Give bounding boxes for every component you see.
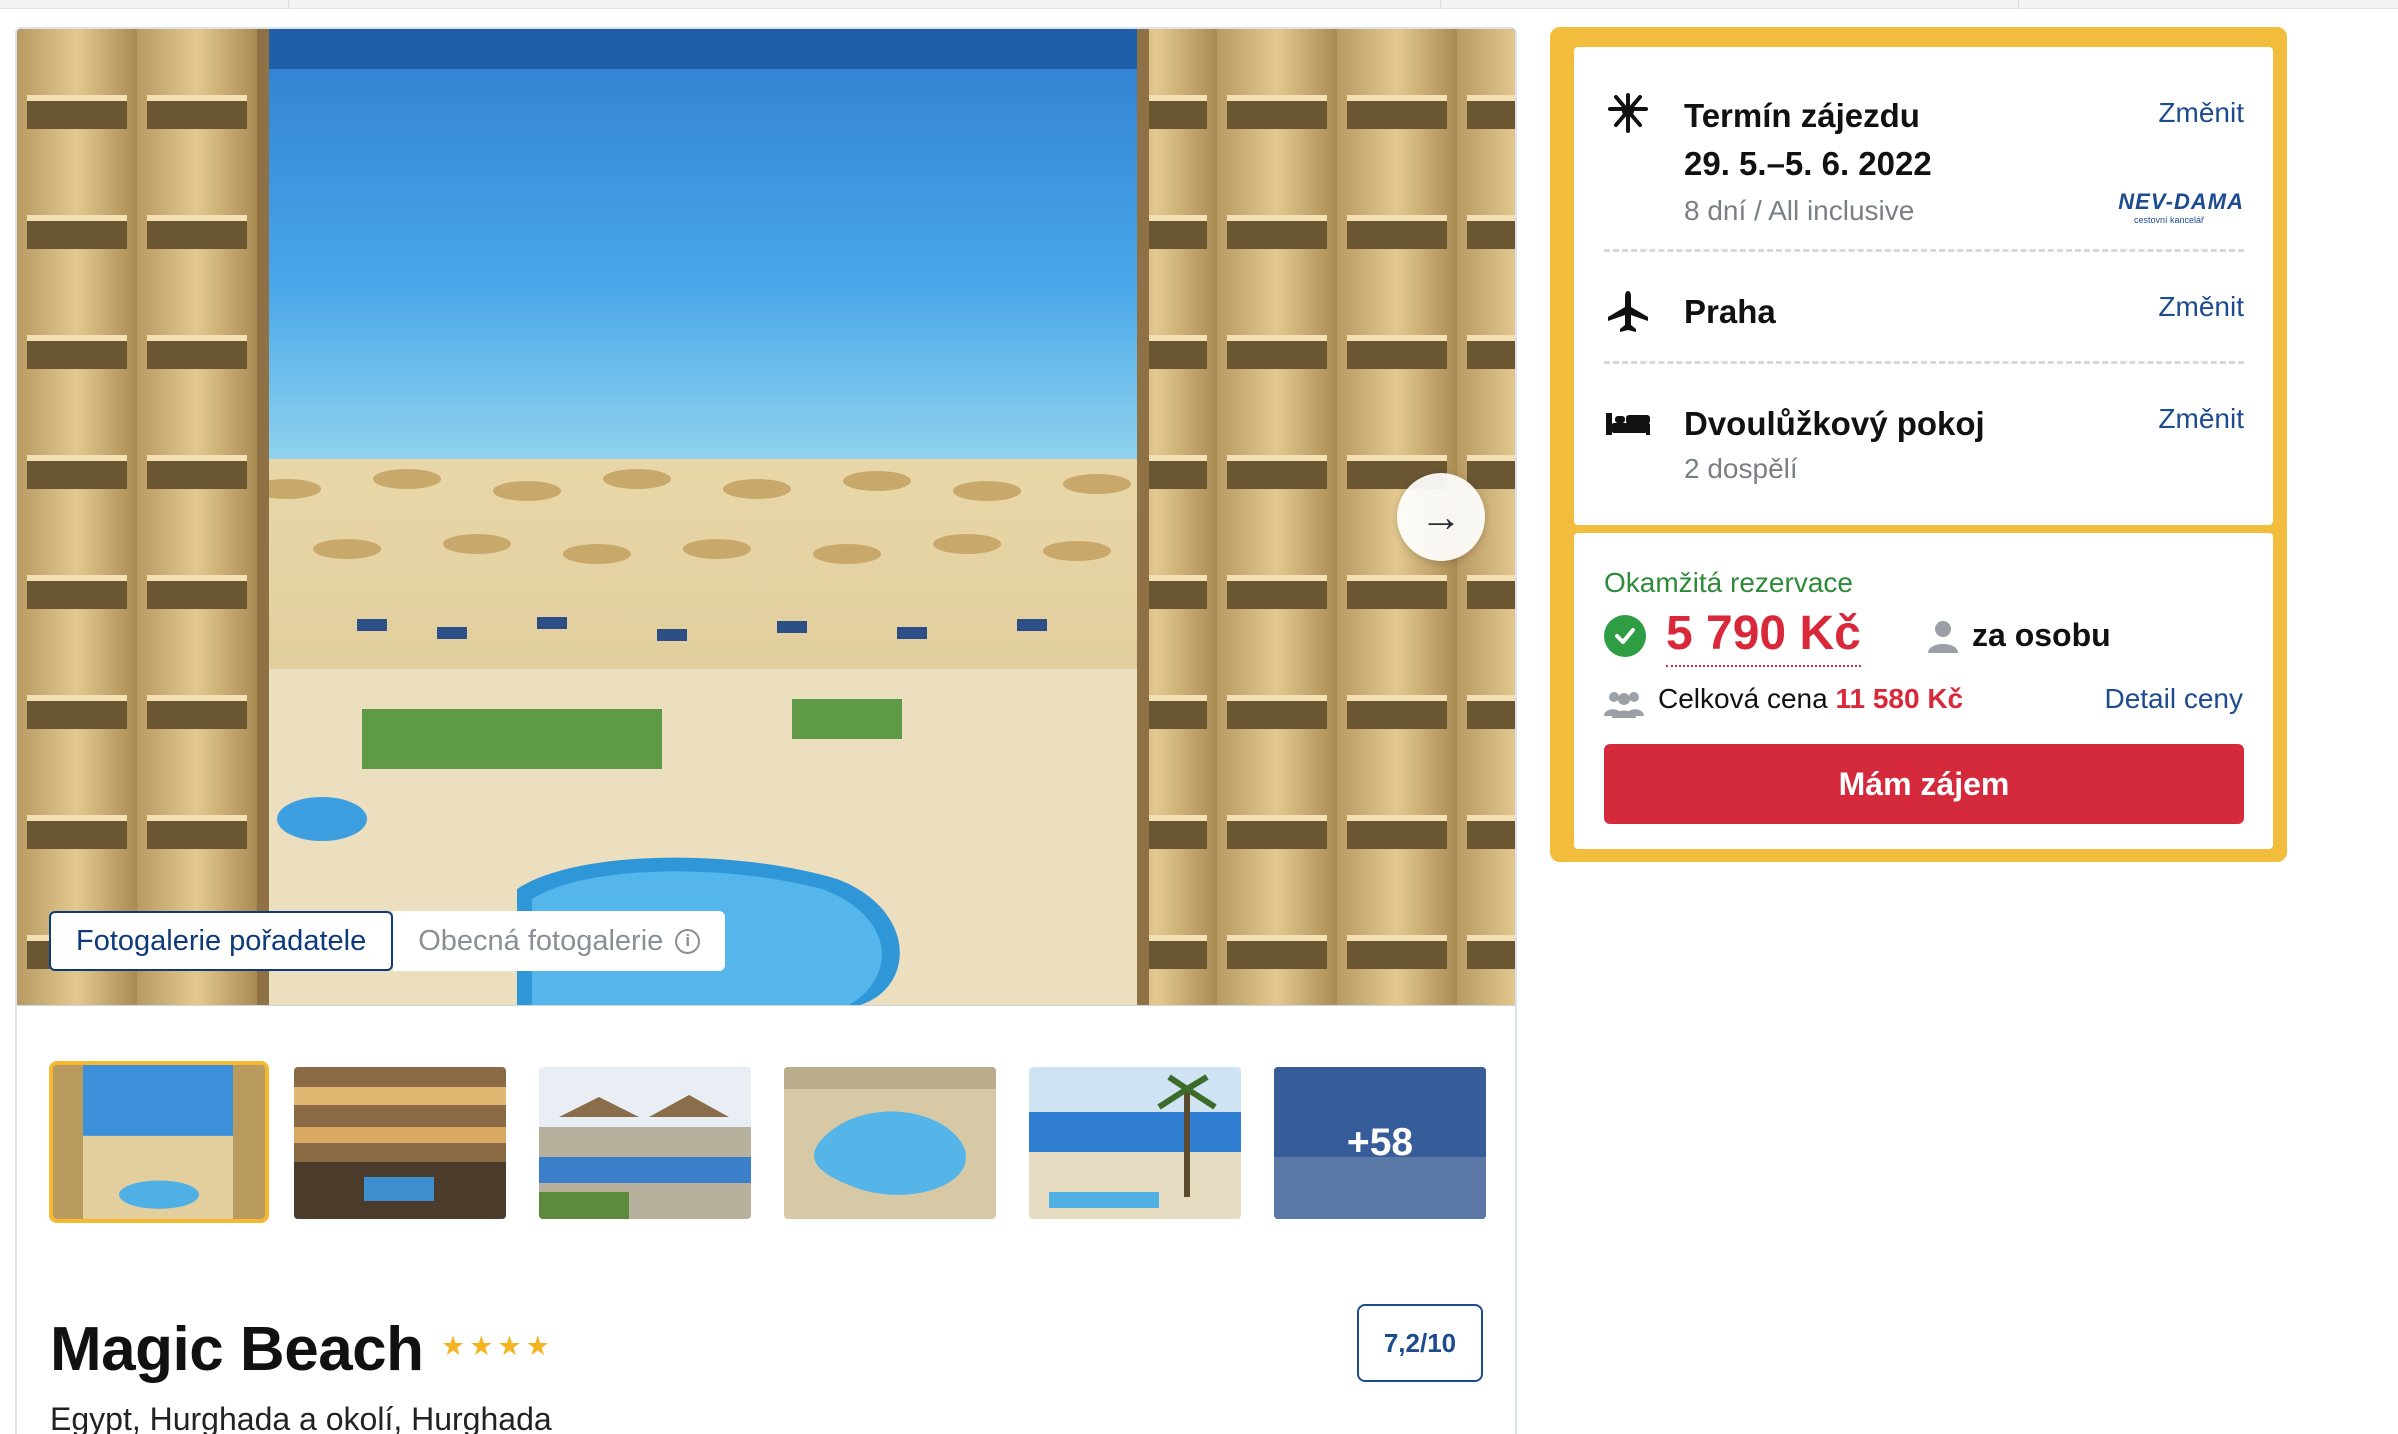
thumbnail-strip: +58 [49, 1057, 1499, 1223]
departure-row: Praha Změnit [1604, 287, 2244, 347]
thumbnail-4[interactable] [784, 1067, 996, 1219]
price-per-person[interactable]: 5 790 Kč [1666, 603, 1861, 667]
thumbnail-more[interactable]: +58 [1274, 1067, 1486, 1219]
bed-icon [1606, 413, 1650, 435]
divider [1604, 249, 2244, 252]
rating-badge[interactable]: 7,2/10 [1357, 1304, 1483, 1382]
trip-term-title: Termín zájezdu [1684, 97, 1920, 134]
check-icon [1604, 615, 1646, 657]
thumbnail-image [784, 1067, 996, 1219]
change-term-link[interactable]: Změnit [2158, 97, 2244, 129]
thumbnail-2[interactable] [294, 1067, 506, 1219]
tour-operator-subtitle: cestovní kancelář [2133, 215, 2205, 225]
price-detail-link[interactable]: Detail ceny [2104, 683, 2243, 715]
booking-sidebar: Termín zájezdu 29. 5.–5. 6. 2022 8 dní /… [1550, 27, 2287, 862]
total-price-row: Celková cena 11 580 Kč [1658, 683, 1963, 715]
room-type: Dvoulůžkový pokoj [1684, 405, 1985, 442]
person-icon [1928, 621, 1958, 653]
browser-top-strip [0, 0, 2398, 9]
airplane-icon [1608, 291, 1648, 332]
more-photos-count: +58 [1274, 1067, 1486, 1219]
thumbnail-5[interactable] [1029, 1067, 1241, 1219]
instant-booking-label: Okamžitá rezervace [1604, 567, 1853, 598]
tour-operator-name: NEV-DAMA [2118, 189, 2244, 214]
total-price-label: Celková cena [1658, 683, 1828, 714]
hotel-gallery-card: → Fotogalerie pořadatele Obecná fotogale… [15, 27, 1517, 1434]
tour-operator-logo: NEV-DAMA cestovní kancelář [2080, 189, 2244, 229]
hotel-name: Magic Beach [50, 1315, 424, 1384]
thumbnail-image [53, 1065, 265, 1219]
thumbnail-1[interactable] [49, 1061, 269, 1223]
price-panel: Okamžitá rezervace 5 790 Kč za osobu Cel… [1574, 533, 2273, 849]
thumbnail-image [294, 1067, 506, 1219]
sun-icon [1608, 93, 1648, 133]
trip-term-row: Termín zájezdu 29. 5.–5. 6. 2022 8 dní /… [1604, 89, 2244, 229]
change-departure-link[interactable]: Změnit [2158, 291, 2244, 323]
trip-term-dates: 29. 5.–5. 6. 2022 [1684, 145, 1932, 182]
thumbnail-image [539, 1067, 751, 1219]
hero-photo[interactable] [17, 29, 1515, 1006]
trip-term-detail: 8 dní / All inclusive [1684, 195, 1915, 226]
thumbnail-3[interactable] [539, 1067, 751, 1219]
interest-button[interactable]: Mám zájem [1604, 744, 2244, 824]
departure-city: Praha [1684, 293, 1776, 330]
group-icon [1604, 692, 1644, 718]
hero-photo-image [17, 29, 1515, 1005]
room-occupancy: 2 dospělí [1684, 453, 1798, 484]
hotel-location[interactable]: Egypt, Hurghada a okolí, Hurghada [50, 1401, 552, 1434]
gallery-tabs: Fotogalerie pořadatele Obecná fotogaleri… [49, 911, 726, 971]
tab-general-gallery-label: Obecná fotogalerie [418, 924, 664, 957]
tab-organizer-gallery[interactable]: Fotogalerie pořadatele [49, 911, 394, 971]
next-photo-button[interactable]: → [1397, 473, 1485, 561]
tab-general-gallery[interactable]: Obecná fotogalerie i [393, 911, 726, 971]
thumbnail-image [1029, 1067, 1241, 1219]
arrow-right-icon: → [1420, 493, 1462, 540]
per-person-label: za osobu [1972, 617, 2111, 653]
total-price-value: 11 580 Kč [1835, 683, 1964, 714]
change-room-link[interactable]: Změnit [2158, 403, 2244, 435]
hotel-stars: ★★★★ [441, 1331, 554, 1361]
info-icon[interactable]: i [675, 928, 701, 954]
divider [1604, 361, 2244, 364]
room-row: Dvoulůžkový pokoj 2 dospělí Změnit [1604, 399, 2244, 499]
trip-details-panel: Termín zájezdu 29. 5.–5. 6. 2022 8 dní /… [1574, 47, 2273, 525]
